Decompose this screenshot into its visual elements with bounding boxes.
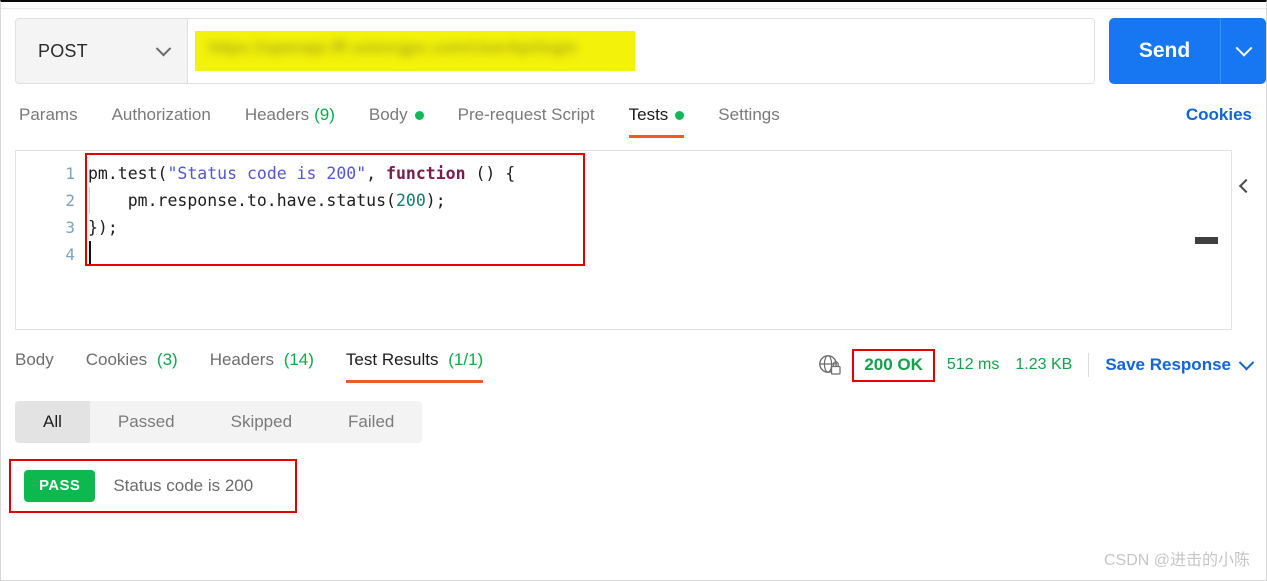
response-tab-headers[interactable]: Headers (14): [210, 346, 314, 383]
send-button[interactable]: Send: [1109, 18, 1220, 84]
tab-tests[interactable]: Tests: [628, 101, 685, 138]
status-code-text: 200 OK: [864, 354, 923, 374]
code-token: );: [425, 191, 446, 210]
chevron-down-icon: [155, 40, 172, 56]
send-group: Send: [1109, 18, 1266, 84]
tab-count: (9): [314, 105, 335, 124]
url-value: https://openapi.fff.xxlxnrgpx.com/UserAp…: [209, 38, 577, 57]
tab-count: (3): [156, 350, 178, 369]
test-result-filters: All Passed Skipped Failed: [15, 401, 423, 443]
code-token: () {: [465, 164, 516, 183]
tab-count: (14): [283, 350, 314, 369]
tests-script-editor[interactable]: 1 2 3 4 pm.test("Status code is 200", fu…: [15, 150, 1232, 330]
line-number: 3: [65, 218, 75, 237]
code-token: pm.test(: [88, 164, 168, 183]
status-dot-icon: [675, 110, 685, 120]
chevron-left-icon: [1238, 178, 1254, 194]
tab-settings[interactable]: Settings: [718, 101, 779, 138]
tab-label: Pre-request Script: [457, 105, 595, 124]
url-redacted-highlight: https://openapi.fff.xxlxnrgpx.com/UserAp…: [195, 31, 635, 71]
chevron-down-icon[interactable]: [1238, 354, 1255, 370]
request-tabs: Params Authorization Headers (9) Body Pr…: [1, 101, 1266, 141]
tab-label: Cookies: [85, 350, 148, 369]
code-token: });: [88, 218, 118, 237]
http-method-label: POST: [38, 40, 88, 61]
filter-failed[interactable]: Failed: [320, 401, 422, 443]
annotation-box-test-result: PASS Status code is 200: [9, 459, 297, 513]
filter-all[interactable]: All: [15, 401, 90, 443]
filter-skipped[interactable]: Skipped: [203, 401, 320, 443]
filter-passed[interactable]: Passed: [90, 401, 203, 443]
tab-pre-request-script[interactable]: Pre-request Script: [458, 101, 595, 138]
tab-params[interactable]: Params: [19, 101, 78, 138]
test-name: Status code is 200: [113, 476, 254, 495]
tab-label: Test Results: [345, 350, 439, 369]
tab-body[interactable]: Body: [369, 101, 424, 138]
status-badge: PASS: [24, 470, 96, 502]
line-number: 2: [65, 191, 75, 210]
editor-scrollbar[interactable]: [1195, 151, 1218, 331]
response-time: 512 ms: [946, 356, 1000, 373]
code-token-string: "Status code is 200": [167, 164, 367, 183]
tab-label: Settings: [718, 105, 780, 124]
response-tab-test-results[interactable]: Test Results (1/1): [345, 346, 484, 383]
tab-label: Authorization: [111, 105, 211, 124]
tab-count: (1/1): [448, 350, 484, 369]
postman-window: POST https://openapi.fff.xxlxnrgpx.com/U…: [0, 0, 1267, 581]
code-token: ,: [366, 164, 387, 183]
editor-scrollbar-thumb[interactable]: [1195, 237, 1218, 244]
code-line-2: pm.response.to.have.status(200);: [84, 187, 1231, 214]
tab-label: Headers: [244, 105, 310, 124]
line-number: 1: [65, 164, 75, 183]
tab-label: Params: [19, 105, 78, 124]
http-method-select[interactable]: POST: [16, 19, 188, 83]
url-group: POST https://openapi.fff.xxlxnrgpx.com/U…: [15, 18, 1095, 84]
chevron-down-icon: [1235, 39, 1252, 57]
tab-label: Headers: [209, 350, 274, 369]
text-cursor: [89, 241, 91, 266]
editor-code-area[interactable]: pm.test("Status code is 200", function (…: [84, 151, 1231, 329]
indent-guide: [89, 187, 90, 214]
cookies-link[interactable]: Cookies: [1186, 105, 1252, 125]
code-line-3: });: [84, 214, 1231, 241]
watermark: CSDN @进击的小陈: [1103, 552, 1250, 569]
collapse-panel-button[interactable]: [1234, 174, 1258, 198]
globe-lock-icon: [817, 352, 843, 378]
tab-headers[interactable]: Headers (9): [245, 101, 335, 138]
code-token-keyword: function: [386, 164, 466, 183]
save-response-button[interactable]: Save Response: [1105, 355, 1231, 375]
code-line-1: pm.test("Status code is 200", function (…: [84, 160, 1231, 187]
editor-gutter: 1 2 3 4: [16, 151, 84, 329]
response-tab-cookies[interactable]: Cookies (3): [86, 346, 178, 383]
tab-label: Body: [15, 350, 54, 369]
code-token-number: 200: [395, 191, 426, 210]
tab-label: Body: [368, 105, 408, 124]
send-options-button[interactable]: [1220, 18, 1266, 84]
response-size: 1.23 KB: [1015, 356, 1073, 373]
top-divider: [1, 8, 1266, 9]
code-token: pm.response.to.have.status(: [88, 191, 396, 210]
divider: [1088, 353, 1090, 377]
annotation-box-status: 200 OK: [852, 348, 935, 382]
url-input[interactable]: https://openapi.fff.xxlxnrgpx.com/UserAp…: [188, 19, 1094, 83]
response-tab-body[interactable]: Body: [15, 346, 54, 383]
response-meta: 200 OK 512 ms 1.23 KB Save Response: [817, 348, 1255, 382]
tab-label: Tests: [628, 105, 669, 124]
tab-authorization[interactable]: Authorization: [112, 101, 211, 138]
status-dot-icon: [414, 110, 424, 120]
request-bar: POST https://openapi.fff.xxlxnrgpx.com/U…: [15, 18, 1266, 84]
line-number: 4: [65, 245, 75, 264]
